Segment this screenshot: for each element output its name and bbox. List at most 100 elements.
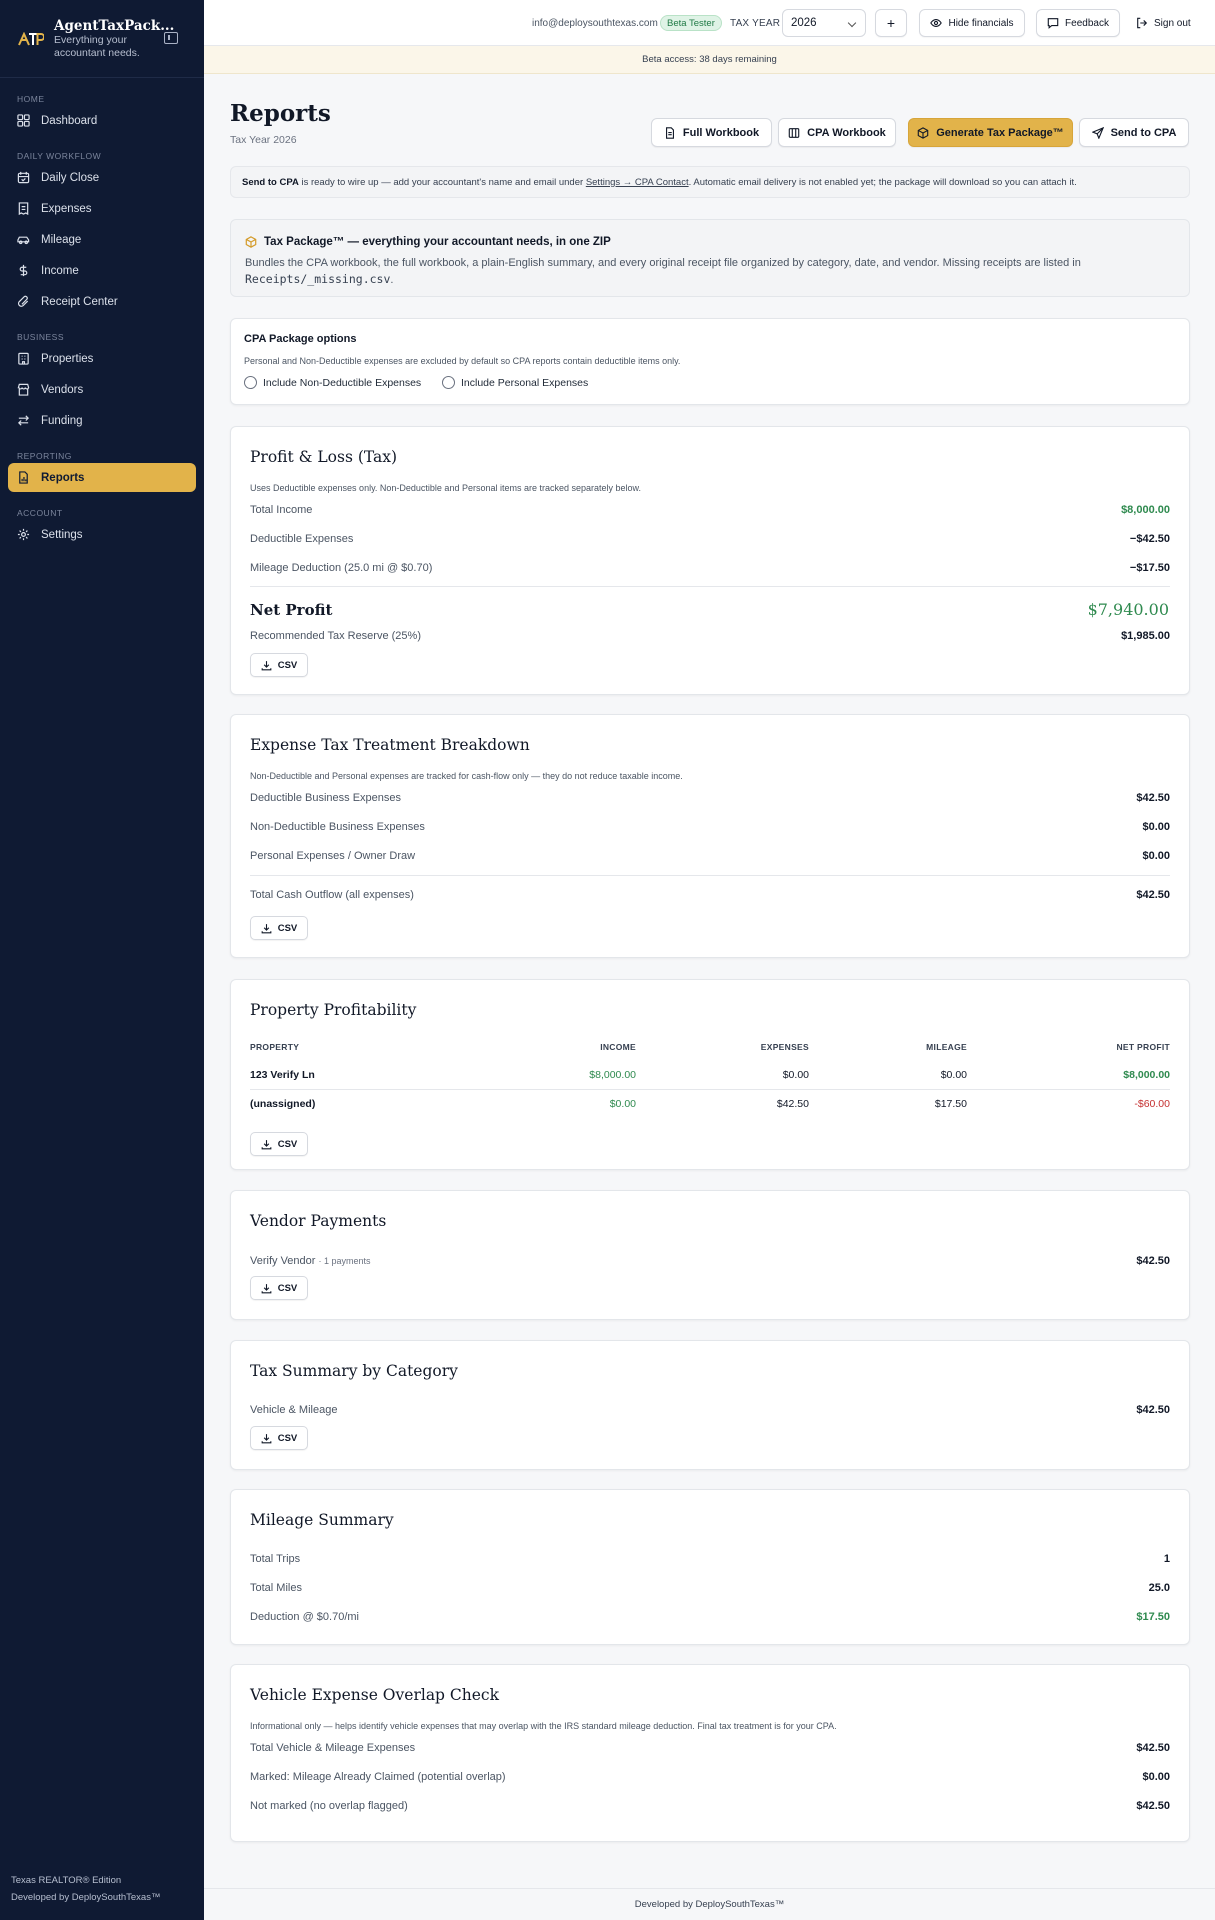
gear-icon xyxy=(17,528,30,541)
download-icon xyxy=(261,923,272,933)
checkbox-circle[interactable] xyxy=(442,376,455,389)
tax-package-body: Bundles the CPA workbook, the full workb… xyxy=(245,255,1165,288)
overlap-check-card: Vehicle Expense Overlap Check Informatio… xyxy=(230,1664,1190,1842)
sidebar-item-label: Funding xyxy=(41,414,83,427)
table-row[interactable]: 123 Verify Ln $8,000.00 $0.00 $0.00 $8,0… xyxy=(250,1066,1170,1084)
missing-receipts-file: Receipts/_missing.csv xyxy=(245,272,391,286)
feedback-button[interactable]: Feedback xyxy=(1036,9,1120,37)
sidebar-item-vendors[interactable]: Vendors xyxy=(8,375,196,404)
file-chart-icon xyxy=(19,471,28,484)
generate-tax-package-button[interactable]: Generate Tax Package™ xyxy=(908,118,1073,147)
section-title: Vendor Payments xyxy=(250,1212,387,1230)
section-title: Property Profitability xyxy=(250,1001,417,1019)
sidebar-item-reports[interactable]: Reports xyxy=(8,463,196,492)
breakdown-row: Personal Expenses / Owner Draw $0.00 xyxy=(250,850,1170,862)
section-desc: Informational only — helps identify vehi… xyxy=(250,1721,837,1731)
tax-package-title-text: Tax Package™ — everything your accountan… xyxy=(264,236,611,248)
vendor-csv-button[interactable]: CSV xyxy=(250,1276,308,1300)
notice-bold: Send to CPA xyxy=(242,176,299,188)
table-row[interactable]: (unassigned) $0.00 $42.50 $17.50 -$60.00 xyxy=(250,1095,1170,1113)
checkbox-label: Include Non-Deductible Expenses xyxy=(263,376,422,389)
grid-icon xyxy=(17,114,30,127)
sidebar-item-funding[interactable]: Funding xyxy=(8,406,196,435)
nav-section-reporting: REPORTING xyxy=(17,451,72,461)
tax-category-card: Tax Summary by Category Vehicle & Mileag… xyxy=(230,1340,1190,1470)
expense-breakdown-card: Expense Tax Treatment Breakdown Non-Dedu… xyxy=(230,714,1190,958)
nav-section-account: ACCOUNT xyxy=(17,508,63,518)
hide-financials-button[interactable]: Hide financials xyxy=(919,9,1025,37)
sidebar-item-income[interactable]: Income xyxy=(8,256,196,285)
sidebar-item-settings[interactable]: Settings xyxy=(8,520,196,549)
feedback-label: Feedback xyxy=(1065,17,1109,29)
generate-tax-package-label: Generate Tax Package™ xyxy=(936,126,1064,139)
page-subtitle: Tax Year 2026 xyxy=(230,134,297,146)
category-row: Vehicle & Mileage $42.50 xyxy=(250,1404,1170,1416)
sidebar-item-label: Income xyxy=(41,264,79,277)
cpa-workbook-button[interactable]: CPA Workbook xyxy=(778,118,896,147)
eye-icon xyxy=(930,19,943,27)
cpa-contact-link[interactable]: Settings → CPA Contact xyxy=(586,177,689,188)
sidebar-item-properties[interactable]: Properties xyxy=(8,344,196,373)
user-email: info@deploysouthtexas.com xyxy=(532,17,658,29)
include-personal-checkbox[interactable]: Include Personal Expenses xyxy=(442,376,588,389)
breakdown-csv-button[interactable]: CSV xyxy=(250,916,308,940)
send-to-cpa-button[interactable]: Send to CPA xyxy=(1079,118,1189,147)
include-non-deductible-checkbox[interactable]: Include Non-Deductible Expenses xyxy=(244,376,421,389)
divider xyxy=(250,586,1170,587)
top-bar: info@deploysouthtexas.com Beta Tester TA… xyxy=(204,0,1215,46)
overlap-row: Marked: Mileage Already Claimed (potenti… xyxy=(250,1771,1170,1783)
message-icon xyxy=(1047,18,1059,29)
pnl-row-deductible: Deductible Expenses −$42.50 xyxy=(250,533,1170,545)
send-to-cpa-notice: Send to CPA is ready to wire up — add yo… xyxy=(230,166,1190,198)
net-profit-value: $7,940.00 xyxy=(1087,600,1169,619)
sidebar-item-receipt-center[interactable]: Receipt Center xyxy=(8,287,196,316)
sidebar-item-label: Receipt Center xyxy=(41,295,118,308)
tax-year-select[interactable]: 2026 xyxy=(782,9,866,37)
tax-year-label: TAX YEAR xyxy=(730,17,781,29)
brand[interactable]: AgentTaxPack... Everything your accounta… xyxy=(0,0,204,78)
columns-icon xyxy=(788,127,800,138)
sign-out-icon xyxy=(1137,17,1148,29)
sidebar-collapse-icon[interactable] xyxy=(164,32,178,44)
full-workbook-button[interactable]: Full Workbook xyxy=(651,118,772,147)
page-footer: Developed by DeploySouthTexas™ xyxy=(204,1888,1215,1920)
download-icon xyxy=(261,1283,272,1293)
sidebar-item-label: Dashboard xyxy=(41,114,98,127)
building-icon xyxy=(18,352,29,365)
page-title: Reports xyxy=(230,100,331,127)
sidebar-item-expenses[interactable]: Expenses xyxy=(8,194,196,223)
beta-badge: Beta Tester xyxy=(660,15,722,31)
mileage-row: Total Miles 25.0 xyxy=(250,1582,1170,1594)
property-csv-button[interactable]: CSV xyxy=(250,1132,308,1156)
sign-out-button[interactable]: Sign out xyxy=(1136,0,1191,46)
logo-icon xyxy=(18,29,44,49)
sidebar-item-label: Vendors xyxy=(41,383,84,396)
pnl-csv-button[interactable]: CSV xyxy=(250,653,308,677)
net-profit-label: Net Profit xyxy=(250,601,333,619)
hide-financials-label: Hide financials xyxy=(948,17,1014,29)
sign-out-label: Sign out xyxy=(1154,17,1191,29)
add-year-button[interactable]: + xyxy=(875,9,907,37)
sidebar-item-mileage[interactable]: Mileage xyxy=(8,225,196,254)
tax-year-value: 2026 xyxy=(791,17,817,29)
category-csv-button[interactable]: CSV xyxy=(250,1426,308,1450)
sidebar-item-dashboard[interactable]: Dashboard xyxy=(8,106,196,135)
section-title: Mileage Summary xyxy=(250,1511,394,1529)
profit-loss-card: Profit & Loss (Tax) Uses Deductible expe… xyxy=(230,426,1190,695)
transfer-icon xyxy=(18,415,29,426)
divider xyxy=(250,875,1170,876)
full-workbook-label: Full Workbook xyxy=(682,126,760,139)
file-text-icon xyxy=(665,126,674,139)
checkbox-circle[interactable] xyxy=(244,376,257,389)
overlap-row: Not marked (no overlap flagged) $42.50 xyxy=(250,1800,1170,1812)
dollar-icon xyxy=(19,264,28,277)
download-icon xyxy=(261,1433,272,1443)
mileage-summary-card: Mileage Summary Total Trips 1 Total Miles… xyxy=(230,1489,1190,1645)
property-profitability-card: Property Profitability PROPERTY INCOME E… xyxy=(230,979,1190,1170)
sidebar-item-daily-close[interactable]: Daily Close xyxy=(8,163,196,192)
package-icon xyxy=(917,126,929,139)
tax-package-desc: Bundles the CPA workbook, the full workb… xyxy=(245,257,1081,269)
sidebar-item-label: Settings xyxy=(41,528,83,541)
section-title: Expense Tax Treatment Breakdown xyxy=(250,736,530,754)
nav-section-workflow: DAILY WORKFLOW xyxy=(17,151,102,161)
